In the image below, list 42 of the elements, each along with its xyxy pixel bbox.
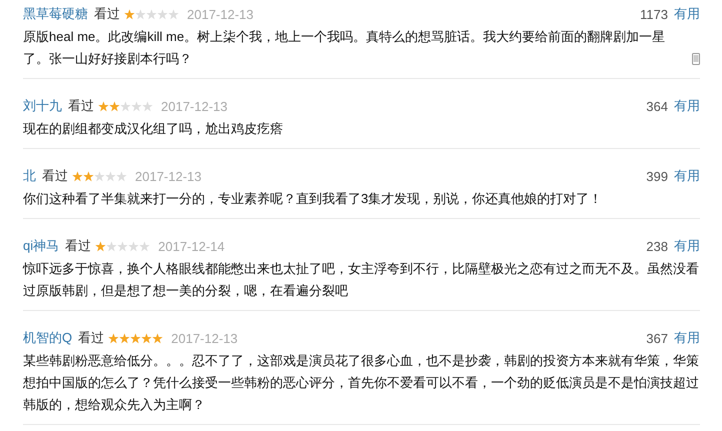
user-name-link[interactable]: 北 bbox=[23, 167, 36, 185]
filled-star-icon bbox=[108, 332, 120, 344]
vote-count: 364 bbox=[646, 98, 668, 114]
comment-text: 某些韩剧粉恶意给低分。。。忍不了了，这部戏是演员花了很多心血，也不是抄袭，韩剧的投资方本来就有华策，华策想拍中国版的怎么了？凭什么接受一些韩粉的恶心评分，首先你不爱看可以不看，一个劲的贬低演员是不是怕演技超过韩版的，想给观众先入为主啊？ bbox=[23, 352, 700, 414]
watched-label: 看过 bbox=[68, 97, 94, 115]
filled-star-icon bbox=[72, 170, 83, 182]
filled-star-icon bbox=[109, 100, 120, 112]
useful-link[interactable]: 有用 bbox=[674, 5, 700, 23]
vote-count: 367 bbox=[646, 330, 668, 346]
filled-star-icon bbox=[98, 100, 109, 112]
comment-date: 2017-12-13 bbox=[171, 330, 238, 346]
vote-count: 238 bbox=[646, 238, 668, 254]
watched-label: 看过 bbox=[94, 5, 120, 23]
filled-star-icon bbox=[119, 332, 130, 344]
comment-text: 原版heal me。此改编kill me。树上柒个我，地上一个我吗。真特么的想骂脏话。我大约要给前面的翻牌剧加一星了。张一山好好接剧本行吗？ bbox=[23, 28, 666, 68]
comment-date: 2017-12-13 bbox=[135, 168, 202, 184]
watched-label: 看过 bbox=[78, 329, 104, 347]
comment-text: 现在的剧组都变成汉化组了吗，尬出鸡皮疙瘩 bbox=[23, 120, 283, 138]
vote-count: 1173 bbox=[640, 6, 668, 22]
comment-date: 2017-12-13 bbox=[187, 6, 254, 22]
watched-label: 看过 bbox=[65, 237, 92, 255]
user-name-link[interactable]: qi神马 bbox=[23, 237, 60, 255]
useful-link[interactable]: 有用 bbox=[674, 97, 700, 115]
filled-star-icon bbox=[95, 240, 106, 252]
filled-star-icon bbox=[83, 170, 94, 182]
filled-star-icon bbox=[124, 8, 135, 20]
user-name-link[interactable]: 机智的Q bbox=[23, 329, 72, 347]
vote-count: 399 bbox=[646, 168, 668, 184]
phone-icon bbox=[692, 53, 700, 65]
filled-star-icon bbox=[130, 332, 142, 344]
comment-text: 惊吓远多于惊喜，换个人格眼线都能憋出来也太扯了吧，女主浮夸到不行，比隔壁极光之恋有过之而无不及。虽然没看过原版韩剧，但是想了想一美的分裂，嗯，在看遍分裂吧 bbox=[23, 260, 700, 300]
useful-link[interactable]: 有用 bbox=[674, 237, 700, 255]
filled-star-icon bbox=[152, 332, 164, 344]
useful-link[interactable]: 有用 bbox=[674, 329, 700, 347]
user-name-link[interactable]: 黑草莓硬糖 bbox=[23, 5, 88, 23]
user-name-link[interactable]: 刘十九 bbox=[23, 97, 62, 115]
comment-date: 2017-12-14 bbox=[158, 238, 225, 254]
comment-date: 2017-12-13 bbox=[161, 98, 228, 114]
comment-text: 你们这种看了半集就来打一分的，专业素养呢？直到我看了3集才发现，别说，你还真他娘的打对了！ bbox=[23, 190, 602, 208]
watched-label: 看过 bbox=[42, 167, 68, 185]
filled-star-icon bbox=[141, 332, 152, 344]
useful-link[interactable]: 有用 bbox=[674, 167, 700, 185]
